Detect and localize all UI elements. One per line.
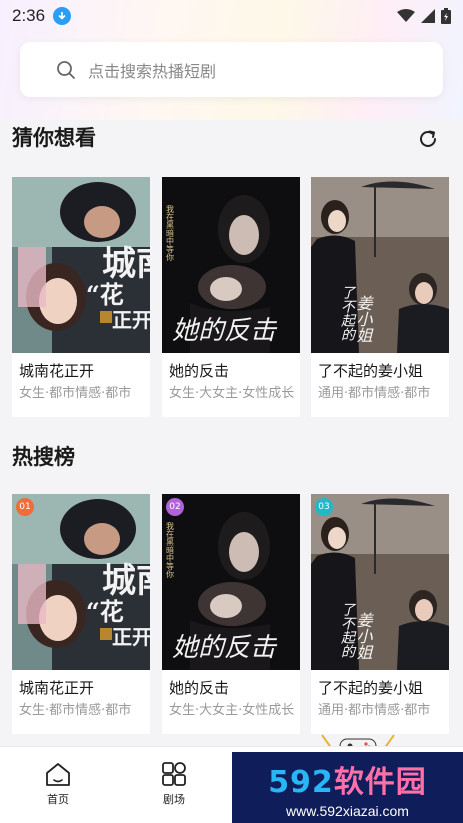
poster-image: 我在黑暗中等你 她的反击 xyxy=(162,494,300,670)
poster-text-quote: “花 xyxy=(86,597,124,626)
download-icon xyxy=(53,7,72,25)
poster-text-small: 正开 xyxy=(112,308,150,332)
poster-text-script2: 姜小姐 xyxy=(354,295,373,343)
hot-card-3[interactable]: 03 了不起的 姜小姐 了不起的姜小姐 通用·都市情感·都市 xyxy=(311,494,449,734)
search-icon xyxy=(57,60,75,79)
site-watermark: 592软件园 www.592xiazai.com xyxy=(232,752,463,823)
poster-image: 了不起的 姜小姐 xyxy=(311,177,449,353)
card-title: 了不起的姜小姐 xyxy=(318,679,424,697)
section-title-hot: 热搜榜 xyxy=(12,445,75,469)
refresh-icon[interactable] xyxy=(416,127,440,151)
poster-text-big: 城南 xyxy=(102,244,150,284)
battery-icon xyxy=(441,8,451,24)
card-title: 城南花正开 xyxy=(19,362,95,380)
wifi-icon xyxy=(397,9,415,22)
home-icon xyxy=(46,763,70,786)
poster-image: 城南 “花 正开 xyxy=(12,177,150,353)
card-tags: 女生·都市情感·都市 xyxy=(19,386,132,401)
rank-badge: 02 xyxy=(166,498,184,516)
poster-text-vertical: 我在黑暗中等你 xyxy=(166,204,175,261)
recommend-card-1[interactable]: 城南 “花 正开 城南花正开 女生·都市情感·都市 xyxy=(12,177,150,417)
rank-badge: 03 xyxy=(315,498,333,516)
poster-text-vertical: 我在黑暗中等你 xyxy=(166,521,175,578)
tab-home[interactable]: 首页 xyxy=(28,761,88,807)
card-title: 她的反击 xyxy=(169,362,230,380)
watermark-number: 592 xyxy=(268,764,334,800)
poster-image: 了不起的 姜小姐 xyxy=(311,494,449,670)
recommend-card-3[interactable]: 了不起的 姜小姐 了不起的姜小姐 通用·都市情感·都市 xyxy=(311,177,449,417)
status-bar: 2:36 xyxy=(0,0,463,32)
tab-label: 剧场 xyxy=(163,793,185,806)
recommend-card-2[interactable]: 我在黑暗中等你 她的反击 她的反击 女生·大女主·女性成长 xyxy=(162,177,300,417)
status-time: 2:36 xyxy=(12,6,46,25)
status-icons xyxy=(397,8,451,24)
search-box[interactable]: 点击搜索热播短剧 xyxy=(20,42,443,97)
poster-text-small: 正开 xyxy=(112,625,150,649)
card-tags: 女生·大女主·女性成长 xyxy=(169,386,295,401)
watermark-text: 软件园 xyxy=(333,764,427,800)
card-title: 她的反击 xyxy=(169,679,230,697)
poster-text-script2: 姜小姐 xyxy=(354,612,373,660)
search-placeholder: 点击搜索热播短剧 xyxy=(88,61,217,81)
card-tags: 通用·都市情感·都市 xyxy=(318,386,431,401)
hot-card-2[interactable]: 02 我在黑暗中等你 她的反击 她的反击 女生·大女主·女性成长 xyxy=(162,494,300,734)
poster-text-script: 她的反击 xyxy=(172,316,278,346)
hot-card-1[interactable]: 01 城南 “花 正开 城南花正开 女生·都市情感·都市 xyxy=(12,494,150,734)
tab-label: 首页 xyxy=(47,793,69,806)
rank-badge: 01 xyxy=(16,498,34,516)
card-tags: 女生·大女主·女性成长 xyxy=(169,703,295,718)
poster-text-script: 她的反击 xyxy=(172,633,278,663)
poster-text-big: 城南 xyxy=(102,561,150,601)
poster-image: 城南 “花 正开 xyxy=(12,494,150,670)
card-tags: 女生·都市情感·都市 xyxy=(19,703,132,718)
section-title-recommend: 猜你想看 xyxy=(12,126,96,150)
signal-icon xyxy=(421,9,435,23)
poster-image: 我在黑暗中等你 她的反击 xyxy=(162,177,300,353)
card-tags: 通用·都市情感·都市 xyxy=(318,703,431,718)
tab-theater[interactable]: 剧场 xyxy=(144,761,204,807)
watermark-url: www.592xiazai.com xyxy=(286,802,409,819)
poster-text-quote: “花 xyxy=(86,280,124,309)
card-title: 城南花正开 xyxy=(19,679,95,697)
card-title: 了不起的姜小姐 xyxy=(318,362,424,380)
theater-icon xyxy=(162,762,186,786)
